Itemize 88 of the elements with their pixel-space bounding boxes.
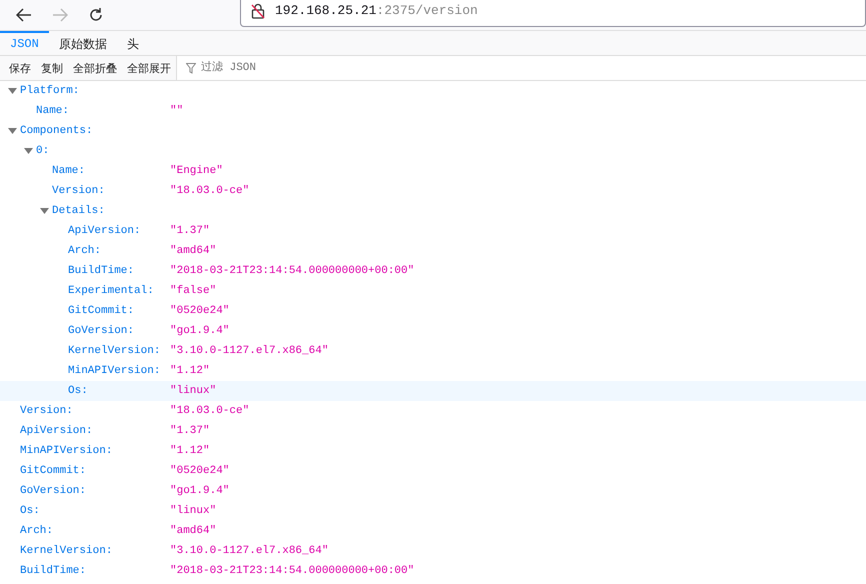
viewer-tab[interactable]: 头 (116, 31, 149, 55)
address-bar[interactable]: 192.168.25.21:2375/version (240, 0, 866, 26)
json-row[interactable]: GitCommit: "0520e24" (0, 461, 866, 481)
json-row[interactable]: BuildTime: "2018-03-21T23:14:54.000000000+00:00" (0, 261, 866, 281)
json-row[interactable]: MinAPIVersion: "1.12" (0, 441, 866, 461)
json-row[interactable]: KernelVersion: "3.10.0-1127.el7.x86_64" (0, 541, 866, 561)
json-key: Arch: (68, 245, 170, 257)
json-value: "false" (170, 285, 216, 297)
filter-icon (186, 63, 196, 74)
viewer-tab[interactable]: 原始数据 (48, 31, 117, 55)
json-row[interactable]: Os: "linux" (0, 501, 866, 521)
json-value: "linux" (170, 505, 216, 517)
json-row[interactable]: Platform: (0, 81, 866, 101)
json-key: 0: (36, 145, 170, 157)
json-row[interactable]: Arch: "amd64" (0, 521, 866, 541)
json-row[interactable]: Name: "" (0, 101, 866, 121)
json-value: "18.03.0-ce" (170, 405, 250, 417)
json-value: "0520e24" (170, 305, 230, 317)
json-key: MinAPIVersion: (20, 445, 170, 457)
json-row[interactable]: Os: "linux" (0, 381, 866, 401)
json-key: Components: (20, 125, 170, 137)
json-key: ApiVersion: (20, 425, 170, 437)
expand-arrow-icon[interactable] (8, 88, 16, 94)
json-value: "amd64" (170, 525, 216, 537)
json-key: Name: (36, 105, 170, 117)
json-row[interactable]: GoVersion: "go1.9.4" (0, 481, 866, 501)
toolbar-button[interactable]: 保存 (4, 60, 36, 76)
json-value: "3.10.0-1127.el7.x86_64" (170, 545, 328, 557)
json-value: "go1.9.4" (170, 325, 230, 337)
json-key: Os: (68, 385, 170, 397)
expand-arrow-icon[interactable] (24, 148, 32, 154)
json-value: "linux" (170, 385, 216, 397)
json-key: Details: (52, 205, 170, 217)
json-row[interactable]: KernelVersion: "3.10.0-1127.el7.x86_64" (0, 341, 866, 361)
json-key: Os: (20, 505, 170, 517)
json-key: Name: (52, 165, 170, 177)
json-key: MinAPIVersion: (68, 365, 170, 377)
json-row[interactable]: BuildTime: "2018-03-21T23:14:54.000000000+00:00" (0, 561, 866, 581)
json-row[interactable]: Arch: "amd64" (0, 241, 866, 261)
expand-arrow-icon[interactable] (40, 208, 48, 214)
json-row[interactable]: Version: "18.03.0-ce" (0, 401, 866, 421)
json-value: "1.12" (170, 445, 210, 457)
json-key: ApiVersion: (68, 225, 170, 237)
json-row[interactable]: Details: (0, 201, 866, 221)
json-value: "1.37" (170, 425, 210, 437)
json-row[interactable]: Name: "Engine" (0, 161, 866, 181)
json-row[interactable]: 0: (0, 141, 866, 161)
reload-icon[interactable] (88, 7, 104, 23)
json-value: "" (170, 105, 184, 117)
toolbar-button[interactable]: 全部折叠 (68, 60, 122, 76)
json-key: BuildTime: (20, 565, 170, 577)
json-key: Experimental: (68, 285, 170, 297)
json-key: Platform: (20, 85, 170, 97)
json-key: GitCommit: (20, 465, 170, 477)
json-key: GoVersion: (68, 325, 170, 337)
json-key: KernelVersion: (68, 345, 170, 357)
json-value: "1.37" (170, 225, 210, 237)
json-row[interactable]: Experimental: "false" (0, 281, 866, 301)
json-value: "18.03.0-ce" (170, 185, 250, 197)
json-key: KernelVersion: (20, 545, 170, 557)
json-row[interactable]: Components: (0, 121, 866, 141)
json-key: GitCommit: (68, 305, 170, 317)
json-key: Version: (52, 185, 170, 197)
json-row[interactable]: MinAPIVersion: "1.12" (0, 361, 866, 381)
json-row[interactable]: Version: "18.03.0-ce" (0, 181, 866, 201)
json-row[interactable]: ApiVersion: "1.37" (0, 421, 866, 441)
json-key: Arch: (20, 525, 170, 537)
json-key: GoVersion: (20, 485, 170, 497)
json-value: "1.12" (170, 365, 210, 377)
back-icon[interactable] (16, 8, 32, 22)
json-row[interactable]: GoVersion: "go1.9.4" (0, 321, 866, 341)
toolbar-button[interactable]: 全部展开 (122, 60, 176, 76)
json-key: Version: (20, 405, 170, 417)
json-value: "2018-03-21T23:14:54.000000000+00:00" (170, 565, 414, 577)
json-value: "3.10.0-1127.el7.x86_64" (170, 345, 328, 357)
json-value: "go1.9.4" (170, 485, 230, 497)
toolbar-button[interactable]: 复制 (36, 60, 68, 76)
json-row[interactable]: GitCommit: "0520e24" (0, 301, 866, 321)
filter-field[interactable]: 过滤 JSON (176, 56, 866, 80)
json-value: "0520e24" (170, 465, 230, 477)
json-value: "Engine" (170, 165, 223, 177)
json-value: "amd64" (170, 245, 216, 257)
json-key: BuildTime: (68, 265, 170, 277)
json-row[interactable]: ApiVersion: "1.37" (0, 221, 866, 241)
expand-arrow-icon[interactable] (8, 128, 16, 134)
insecure-lock-icon[interactable] (251, 2, 265, 18)
url-text: 192.168.25.21:2375/version (275, 3, 478, 18)
json-value: "2018-03-21T23:14:54.000000000+00:00" (170, 265, 414, 277)
